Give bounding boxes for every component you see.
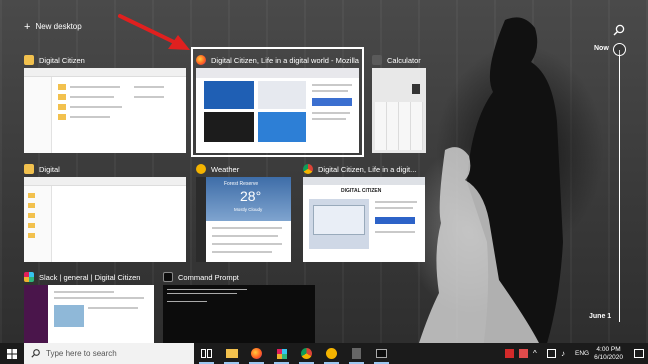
taskbar-weather[interactable] xyxy=(319,343,344,364)
taskbar: Type here to search ^ ♪ ENG 4:00 PM 6/10… xyxy=(0,343,648,364)
window-title: Digital Citizen xyxy=(39,55,85,65)
weather-temperature: 28° xyxy=(240,188,262,204)
notification-icon[interactable] xyxy=(634,349,644,358)
volume-icon[interactable]: ♪ xyxy=(561,349,570,358)
calculator-icon xyxy=(352,348,361,359)
window-header: Digital Citizen, Life in a digital world… xyxy=(196,53,359,67)
window-slack[interactable]: Slack | general | Digital Citizen xyxy=(24,270,154,343)
antivirus-icon[interactable] xyxy=(504,349,514,358)
window-title: Digital Citizen, Life in a digit... xyxy=(318,164,417,174)
firefox-icon xyxy=(251,348,262,359)
start-button[interactable] xyxy=(0,343,24,364)
folder-icon xyxy=(24,55,34,65)
task-view-button[interactable] xyxy=(194,343,219,364)
timeline-scrubber[interactable] xyxy=(613,43,626,56)
window-thumbnail xyxy=(163,285,315,343)
timeline-search-icon[interactable] xyxy=(613,24,625,36)
window-thumbnail: Forest Reserve 28° Mostly Cloudy xyxy=(196,177,291,262)
taskbar-command-prompt[interactable] xyxy=(369,343,394,364)
window-file-explorer-digital-citizen[interactable]: Digital Citizen xyxy=(24,53,186,153)
taskbar-slack[interactable] xyxy=(269,343,294,364)
window-thumbnail xyxy=(372,68,426,153)
window-header: Digital Citizen xyxy=(24,53,186,67)
window-command-prompt[interactable]: Command Prompt xyxy=(163,270,315,343)
window-title: Calculator xyxy=(387,55,421,65)
app-tray-icon[interactable] xyxy=(518,349,528,358)
window-chrome[interactable]: Digital Citizen, Life in a digit... DIGI… xyxy=(303,162,425,262)
window-thumbnail xyxy=(24,177,186,262)
timeline-now-label: Now xyxy=(594,45,609,52)
slack-icon xyxy=(276,348,287,359)
window-title: Weather xyxy=(211,164,240,174)
chrome-icon xyxy=(301,348,312,359)
window-thumbnail xyxy=(24,285,154,343)
window-thumbnail xyxy=(24,68,186,153)
search-placeholder: Type here to search xyxy=(46,349,117,358)
window-firefox[interactable]: Digital Citizen, Life in a digital world… xyxy=(196,53,359,153)
firefox-icon xyxy=(196,55,206,65)
plus-icon: + xyxy=(24,20,31,33)
folder-icon xyxy=(24,164,34,174)
chrome-site-title: DIGITAL CITIZEN xyxy=(341,188,382,194)
window-header: Calculator xyxy=(372,53,442,67)
search-icon xyxy=(31,349,40,358)
new-desktop-label: New desktop xyxy=(35,22,82,31)
window-title: Slack | general | Digital Citizen xyxy=(39,272,141,282)
system-tray: ^ ♪ ENG 4:00 PM 6/10/2020 xyxy=(504,343,648,364)
new-desktop-button[interactable]: + New desktop xyxy=(24,20,82,33)
slack-icon xyxy=(24,272,34,282)
language-indicator[interactable]: ENG xyxy=(575,350,589,357)
window-weather[interactable]: Weather Forest Reserve 28° Mostly Cloudy xyxy=(196,162,291,262)
window-title: Command Prompt xyxy=(178,272,239,282)
cmd-icon xyxy=(163,272,173,282)
window-header: Command Prompt xyxy=(163,270,315,284)
window-calculator[interactable]: Calculator xyxy=(372,53,426,153)
taskbar-search-box[interactable]: Type here to search xyxy=(24,343,194,364)
taskbar-firefox[interactable] xyxy=(244,343,269,364)
clock[interactable]: 4:00 PM 6/10/2020 xyxy=(594,346,623,362)
windows-icon xyxy=(7,348,17,359)
weather-icon xyxy=(326,348,337,359)
window-title: Digital Citizen, Life in a digital world… xyxy=(211,55,359,65)
clock-date: 6/10/2020 xyxy=(594,353,623,361)
network-icon[interactable] xyxy=(546,349,556,358)
window-header: Slack | general | Digital Citizen xyxy=(24,270,164,284)
weather-icon xyxy=(196,164,206,174)
window-thumbnail: DIGITAL CITIZEN xyxy=(303,177,425,262)
taskbar-calculator[interactable] xyxy=(344,343,369,364)
window-header: Weather xyxy=(196,162,291,176)
window-header: Digital xyxy=(24,162,186,176)
clock-time: 4:00 PM xyxy=(596,345,621,353)
chevron-up-icon[interactable]: ^ xyxy=(533,349,542,358)
timeline-track[interactable] xyxy=(619,50,620,322)
window-file-explorer-digital[interactable]: Digital xyxy=(24,162,186,262)
task-view-icon xyxy=(201,349,212,358)
weather-city: Forest Reserve xyxy=(224,181,259,187)
taskbar-chrome[interactable] xyxy=(294,343,319,364)
calculator-icon xyxy=(372,55,382,65)
folder-icon xyxy=(225,349,238,358)
window-title: Digital xyxy=(39,164,60,174)
weather-condition: Mostly Cloudy xyxy=(234,207,263,212)
taskbar-file-explorer[interactable] xyxy=(219,343,244,364)
red-arrow-annotation xyxy=(118,14,190,50)
timeline-date-label: June 1 xyxy=(589,313,612,320)
window-header: Digital Citizen, Life in a digit... xyxy=(303,162,425,176)
window-thumbnail xyxy=(196,68,359,153)
cmd-icon xyxy=(376,349,387,358)
chrome-icon xyxy=(303,164,313,174)
